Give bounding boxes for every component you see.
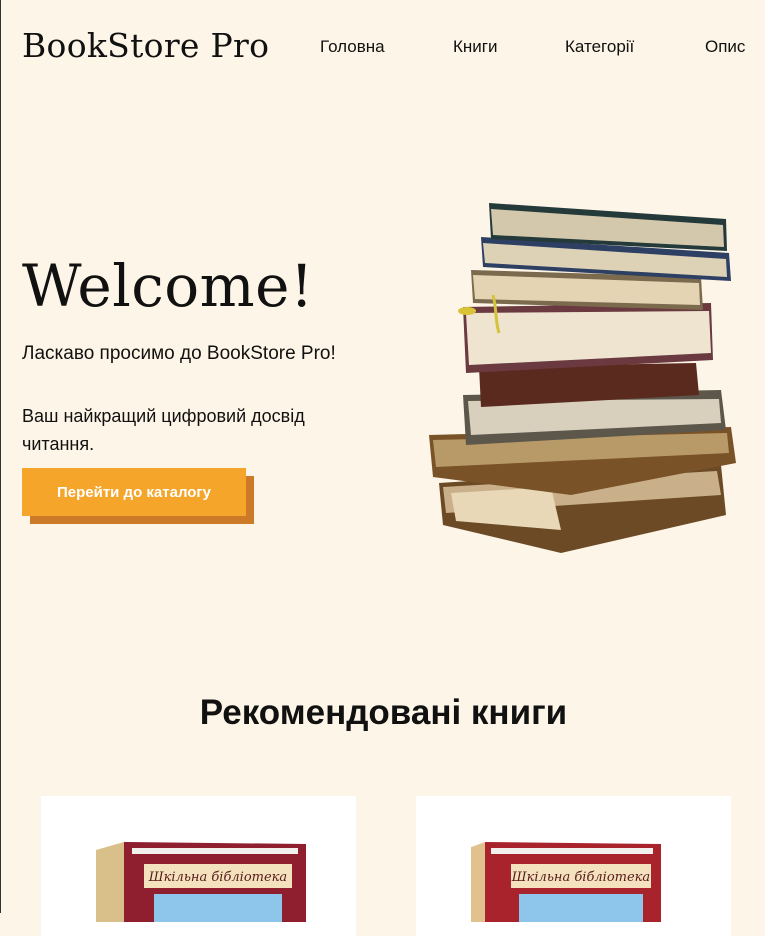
book-series-label: Шкільна бібліотека	[148, 870, 287, 885]
book-stack-image	[429, 203, 736, 553]
nav-categories[interactable]: Категорії	[565, 37, 634, 57]
catalog-button[interactable]: Перейти до каталогу	[22, 468, 246, 516]
hero-subtext: Ваш найкращий цифровий досвід читання.	[22, 406, 305, 454]
nav-books[interactable]: Книги	[453, 37, 497, 57]
book-card[interactable]: Шкільна бібліотека	[416, 796, 731, 936]
book-card[interactable]: Шкільна бібліотека	[41, 796, 356, 936]
book-cover-image: Шкільна бібліотека	[471, 842, 661, 922]
nav-description[interactable]: Опис	[705, 37, 745, 57]
site-logo[interactable]: BookStore Pro	[22, 26, 269, 65]
hero-welcome-text: Ласкаво просимо до BookStore Pro!	[22, 343, 336, 364]
nav-home[interactable]: Головна	[320, 37, 385, 57]
book-cover-image: Шкільна бібліотека	[96, 842, 306, 922]
catalog-button-wrap: Перейти до каталогу	[22, 468, 254, 524]
site-header: BookStore Pro Головна Книги Категорії Оп…	[1, 0, 765, 95]
book-series-label: Шкільна бібліотека	[511, 870, 650, 885]
hero-title: Welcome!	[22, 252, 314, 320]
featured-section-title: Рекомендовані книги	[199, 693, 568, 732]
